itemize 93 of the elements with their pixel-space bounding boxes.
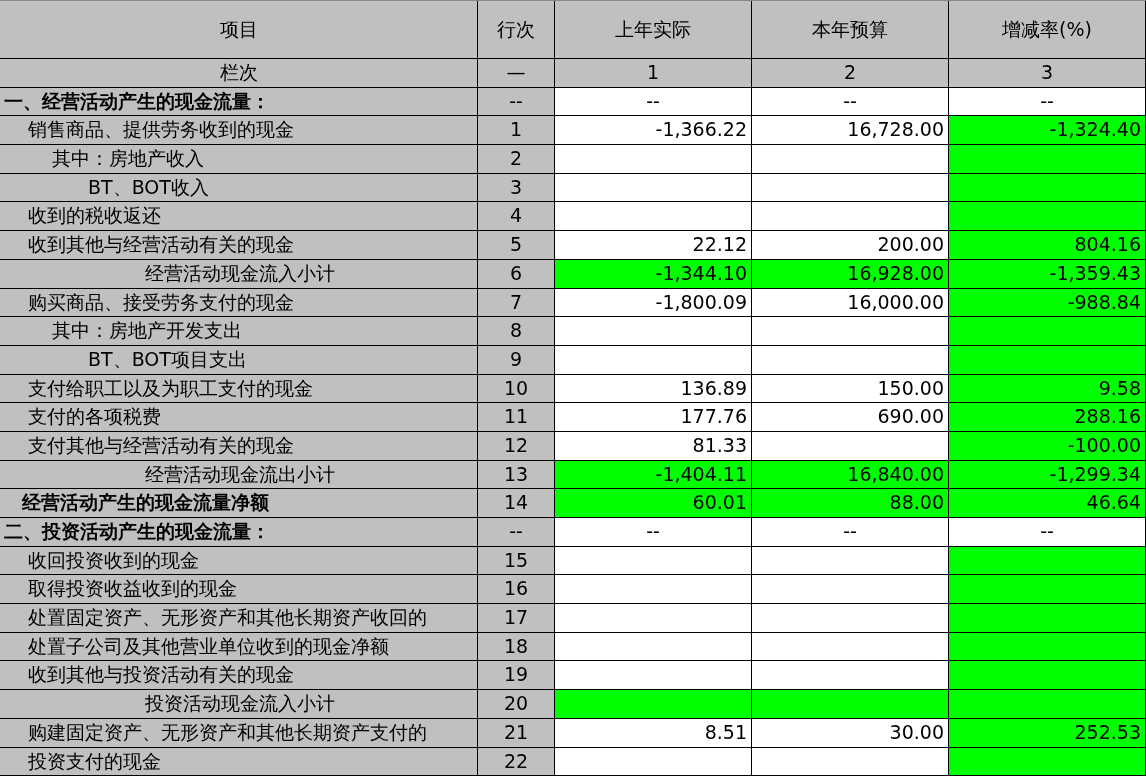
table-cell: 18 xyxy=(478,632,555,662)
table-cell: 收到的税收返还 xyxy=(0,202,478,232)
table-cell: 12 xyxy=(478,431,555,461)
table-cell: 9.58 xyxy=(949,374,1146,404)
table-cell: -1,344.10 xyxy=(555,259,752,289)
table-cell: 购买商品、接受劳务支付的现金 xyxy=(0,288,478,318)
table-cell: 7 xyxy=(478,288,555,318)
table-cell: 22.12 xyxy=(555,231,752,260)
column-header: 项目 xyxy=(0,1,478,59)
table-cell: 16 xyxy=(478,575,555,605)
table-cell: -1,800.09 xyxy=(555,288,752,318)
table-cell: 13 xyxy=(478,460,555,490)
table-cell: 30.00 xyxy=(752,718,949,748)
column-header: 行次 xyxy=(478,1,555,59)
column-header: 增减率(%) xyxy=(949,1,1146,59)
table-cell: 46.64 xyxy=(949,489,1146,518)
table-cell: 处置子公司及其他营业单位收到的现金净额 xyxy=(0,632,478,662)
table-cell: 150.00 xyxy=(752,374,949,404)
table-cell: 804.16 xyxy=(949,231,1146,260)
table-cell: 栏次 xyxy=(0,59,478,88)
table-cell: 11 xyxy=(478,403,555,432)
table-cell: -- xyxy=(555,87,752,117)
table-cell: 690.00 xyxy=(752,403,949,432)
table-cell: 252.53 xyxy=(949,718,1146,748)
table-cell: 2 xyxy=(478,145,555,174)
table-cell: -- xyxy=(752,518,949,547)
table-cell: — xyxy=(478,59,555,88)
table-cell: -- xyxy=(555,518,752,547)
table-cell: 288.16 xyxy=(949,403,1146,432)
table-cell: 购建固定资产、无形资产和其他长期资产支付的 xyxy=(0,718,478,748)
table-cell: 16,000.00 xyxy=(752,288,949,318)
table-cell: 136.89 xyxy=(555,374,752,404)
table-cell: 10 xyxy=(478,374,555,404)
table-cell: 投资活动现金流入小计 xyxy=(0,690,478,719)
table-cell: 16,928.00 xyxy=(752,259,949,289)
table-cell: 经营活动现金流入小计 xyxy=(0,259,478,289)
table-cell: 6 xyxy=(478,259,555,289)
table-cell: -- xyxy=(949,518,1146,547)
table-cell: -- xyxy=(478,87,555,117)
table-cell: 支付给职工以及为职工支付的现金 xyxy=(0,374,478,404)
table-cell: 3 xyxy=(949,59,1146,88)
table-cell: 支付其他与经营活动有关的现金 xyxy=(0,431,478,461)
table-cell: 8.51 xyxy=(555,718,752,748)
table-cell: 2 xyxy=(752,59,949,88)
table-cell: 一、经营活动产生的现金流量： xyxy=(0,87,478,117)
table-cell: -988.84 xyxy=(949,288,1146,318)
table-cell: -1,324.40 xyxy=(949,116,1146,146)
column-header: 上年实际 xyxy=(555,1,752,59)
table-cell: BT、BOT收入 xyxy=(0,173,478,203)
table-cell: 17 xyxy=(478,604,555,633)
table-cell: 21 xyxy=(478,718,555,748)
table-cell: 16,728.00 xyxy=(752,116,949,146)
table-cell: -1,299.34 xyxy=(949,460,1146,490)
table-cell: -- xyxy=(478,518,555,547)
table-cell: 投资支付的现金 xyxy=(0,747,478,777)
table-cell: 3 xyxy=(478,173,555,203)
table-cell: 取得投资收益收到的现金 xyxy=(0,575,478,605)
table-cell: 81.33 xyxy=(555,431,752,461)
table-cell: 1 xyxy=(555,59,752,88)
table-cell: 9 xyxy=(478,345,555,375)
table-cell: -1,366.22 xyxy=(555,116,752,146)
table-cell: -100.00 xyxy=(949,431,1146,461)
table-cell: 200.00 xyxy=(752,231,949,260)
table-cell: 8 xyxy=(478,317,555,346)
table-cell: 销售商品、提供劳务收到的现金 xyxy=(0,116,478,146)
table-cell: 177.76 xyxy=(555,403,752,432)
table-cell: 支付的各项税费 xyxy=(0,403,478,432)
table-cell: 20 xyxy=(478,690,555,719)
table-cell: -- xyxy=(752,87,949,117)
table-cell: 22 xyxy=(478,747,555,777)
table-cell: 5 xyxy=(478,231,555,260)
table-cell: -1,404.11 xyxy=(555,460,752,490)
table-cell: BT、BOT项目支出 xyxy=(0,345,478,375)
table-cell: 其中：房地产开发支出 xyxy=(0,317,478,346)
table-cell: -1,359.43 xyxy=(949,259,1146,289)
column-header: 本年预算 xyxy=(752,1,949,59)
table-cell: 处置固定资产、无形资产和其他长期资产收回的 xyxy=(0,604,478,633)
table-cell: 16,840.00 xyxy=(752,460,949,490)
table-cell: 60.01 xyxy=(555,489,752,518)
table-cell: -- xyxy=(949,87,1146,117)
table-cell: 收回投资收到的现金 xyxy=(0,546,478,576)
table-cell: 19 xyxy=(478,661,555,691)
table-cell: 1 xyxy=(478,116,555,146)
table-cell: 经营活动产生的现金流量净额 xyxy=(0,489,478,518)
table-cell: 4 xyxy=(478,202,555,232)
table-cell: 收到其他与投资活动有关的现金 xyxy=(0,661,478,691)
table-cell: 经营活动现金流出小计 xyxy=(0,460,478,490)
table-cell: 收到其他与经营活动有关的现金 xyxy=(0,231,478,260)
table-cell: 14 xyxy=(478,489,555,518)
table-cell: 其中：房地产收入 xyxy=(0,145,478,174)
table-cell: 88.00 xyxy=(752,489,949,518)
table-cell: 15 xyxy=(478,546,555,576)
table-cell: 二、投资活动产生的现金流量： xyxy=(0,518,478,547)
